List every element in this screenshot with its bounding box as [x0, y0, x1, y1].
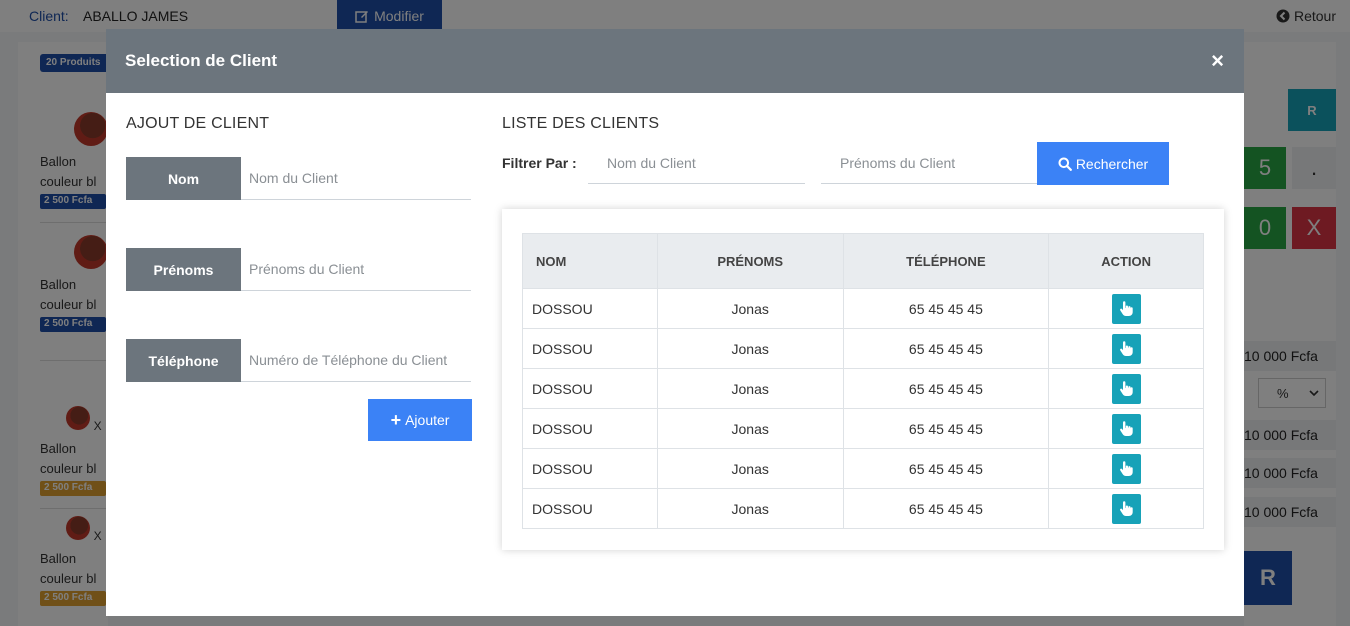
name-label: Nom [126, 157, 241, 200]
hand-pointer-icon [1120, 500, 1133, 516]
cell-action [1048, 368, 1204, 409]
phone-row: Téléphone [126, 339, 471, 382]
cell-action [1048, 288, 1204, 329]
cell-telephone: 65 45 45 45 [842, 408, 1050, 449]
cell-prenoms: Jonas [656, 448, 844, 489]
cell-prenoms: Jonas [656, 408, 844, 449]
filter-firstname-input[interactable] [821, 142, 1037, 184]
cell-telephone: 65 45 45 45 [842, 368, 1050, 409]
modal-title: Selection de Client [125, 51, 278, 70]
add-client-button[interactable]: + Ajouter [368, 399, 472, 441]
cell-nom: DOSSOU [522, 448, 658, 489]
firstname-input[interactable] [241, 248, 471, 291]
select-client-button[interactable] [1111, 373, 1141, 404]
cell-prenoms: Jonas [656, 288, 844, 329]
column-header-prenoms: PRÉNOMS [656, 233, 844, 289]
hand-pointer-icon [1120, 460, 1133, 476]
hand-pointer-icon [1120, 380, 1133, 396]
cell-action [1048, 448, 1204, 489]
table-header-row: NOM PRÉNOMS TÉLÉPHONE ACTION [522, 233, 1204, 289]
hand-pointer-icon [1120, 340, 1133, 356]
cell-nom: DOSSOU [522, 288, 658, 329]
name-input[interactable] [241, 157, 471, 200]
filter-label: Filtrer Par : [502, 155, 577, 171]
close-icon[interactable]: × [1211, 50, 1224, 72]
cell-action [1048, 408, 1204, 449]
hand-pointer-icon [1120, 420, 1133, 436]
table-row: DOSSOU Jonas 65 45 45 45 [522, 408, 1204, 449]
firstname-label: Prénoms [126, 248, 241, 291]
select-client-button[interactable] [1111, 293, 1141, 324]
cell-nom: DOSSOU [522, 368, 658, 409]
firstname-row: Prénoms [126, 248, 471, 291]
column-header-action: ACTION [1048, 233, 1204, 289]
table-row: DOSSOU Jonas 65 45 45 45 [522, 448, 1204, 489]
cell-telephone: 65 45 45 45 [842, 488, 1050, 529]
cell-nom: DOSSOU [522, 328, 658, 369]
cell-prenoms: Jonas [656, 488, 844, 529]
clients-table: NOM PRÉNOMS TÉLÉPHONE ACTION DOSSOU Jona… [522, 233, 1204, 529]
phone-input[interactable] [241, 339, 471, 382]
select-client-button[interactable] [1111, 333, 1141, 364]
add-client-title: AJOUT DE CLIENT [126, 115, 270, 132]
plus-icon: + [390, 410, 402, 430]
cell-nom: DOSSOU [522, 408, 658, 449]
table-row: DOSSOU Jonas 65 45 45 45 [522, 328, 1204, 369]
table-row: DOSSOU Jonas 65 45 45 45 [522, 288, 1204, 329]
table-row: DOSSOU Jonas 65 45 45 45 [522, 368, 1204, 409]
select-client-button[interactable] [1111, 453, 1141, 484]
cell-telephone: 65 45 45 45 [842, 328, 1050, 369]
hand-pointer-icon [1120, 300, 1133, 316]
search-icon [1058, 157, 1072, 171]
name-row: Nom [126, 157, 471, 200]
add-client-label: Ajouter [405, 412, 450, 428]
select-client-button[interactable] [1111, 493, 1141, 524]
cell-nom: DOSSOU [522, 488, 658, 529]
client-selection-modal: Selection de Client × AJOUT DE CLIENT No… [106, 29, 1244, 616]
modal-header: Selection de Client × [106, 29, 1244, 93]
cell-action [1048, 488, 1204, 529]
cell-telephone: 65 45 45 45 [842, 448, 1050, 489]
column-header-telephone: TÉLÉPHONE [842, 233, 1050, 289]
search-button[interactable]: Rechercher [1037, 142, 1169, 185]
clients-table-card: NOM PRÉNOMS TÉLÉPHONE ACTION DOSSOU Jona… [502, 209, 1224, 550]
phone-label: Téléphone [126, 339, 241, 382]
select-client-button[interactable] [1111, 413, 1141, 444]
cell-prenoms: Jonas [656, 368, 844, 409]
cell-action [1048, 328, 1204, 369]
search-label: Rechercher [1075, 155, 1149, 172]
client-list-title: LISTE DES CLIENTS [502, 115, 660, 132]
cell-telephone: 65 45 45 45 [842, 288, 1050, 329]
column-header-nom: NOM [522, 233, 658, 289]
cell-prenoms: Jonas [656, 328, 844, 369]
filter-name-input[interactable] [588, 142, 805, 184]
table-row: DOSSOU Jonas 65 45 45 45 [522, 488, 1204, 529]
